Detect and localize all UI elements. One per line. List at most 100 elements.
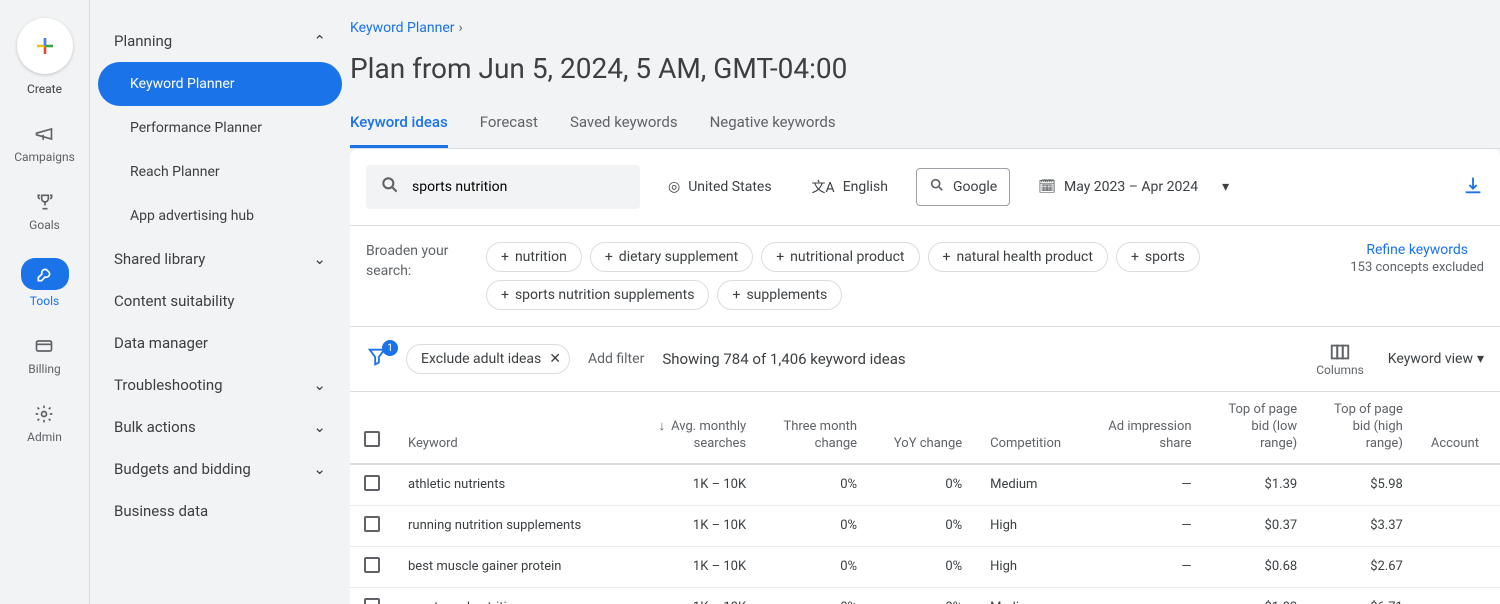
- cell-yoy: 0%: [871, 546, 976, 587]
- cell-account: [1417, 505, 1500, 546]
- rail-item-admin[interactable]: Admin: [27, 402, 62, 444]
- broaden-chip[interactable]: + sports nutrition supplements: [486, 280, 709, 310]
- sidebar-section-shared-library[interactable]: Shared library⌄: [98, 238, 342, 280]
- create-button[interactable]: [17, 18, 73, 74]
- col-keyword[interactable]: Keyword: [394, 392, 634, 464]
- sidebar-item-performance-planner[interactable]: Performance Planner: [98, 106, 342, 150]
- row-checkbox[interactable]: [364, 475, 380, 491]
- th-label: Avg. monthlysearches: [671, 419, 746, 451]
- filter-label: United States: [688, 179, 771, 195]
- plus-icon: +: [501, 287, 509, 303]
- page-title: Plan from Jun 5, 2024, 5 AM, GMT-04:00: [350, 42, 1500, 103]
- table-row[interactable]: running nutrition supplements1K – 10K0%0…: [350, 505, 1500, 546]
- tab-saved-keywords[interactable]: Saved keywords: [570, 103, 678, 148]
- sidebar-item-keyword-planner[interactable]: Keyword Planner: [98, 62, 342, 106]
- search-input[interactable]: [412, 179, 626, 195]
- date-range-filter[interactable]: 🗓May 2023 – Apr 2024▾: [1026, 171, 1241, 203]
- refine-link[interactable]: Refine keywords: [1350, 242, 1484, 258]
- rail-item-billing[interactable]: Billing: [28, 334, 61, 376]
- search-icon: [380, 175, 400, 199]
- col-competition[interactable]: Competition: [976, 392, 1084, 464]
- table-row[interactable]: best muscle gainer protein1K – 10K0%0%Hi…: [350, 546, 1500, 587]
- select-all-checkbox[interactable]: [364, 431, 380, 447]
- close-icon[interactable]: ✕: [549, 351, 561, 367]
- broaden-chip[interactable]: +nutrition: [486, 242, 582, 272]
- sidebar-section-label: Shared library: [114, 250, 205, 268]
- row-checkbox[interactable]: [364, 516, 380, 532]
- chip-label: sports nutrition supplements: [515, 287, 695, 303]
- calendar-icon: 🗓: [1038, 179, 1056, 195]
- sidebar-item-reach-planner[interactable]: Reach Planner: [98, 150, 342, 194]
- megaphone-icon: [32, 122, 56, 146]
- filter-label: English: [843, 179, 888, 195]
- filter-funnel[interactable]: 1: [366, 346, 388, 372]
- columns-button[interactable]: Columns: [1316, 341, 1364, 377]
- sidebar-section-troubleshooting[interactable]: Troubleshooting ⌄: [98, 364, 342, 406]
- applied-filter-pill[interactable]: Exclude adult ideas✕: [406, 344, 570, 374]
- chip-label: supplements: [746, 287, 827, 303]
- plus-icon: +: [1131, 249, 1139, 265]
- cell-account: [1417, 587, 1500, 604]
- broaden-chip[interactable]: + supplements: [717, 280, 842, 310]
- table-row[interactable]: sports and nutrition1K – 10K0%0%Medium—$…: [350, 587, 1500, 604]
- cell-yoy: 0%: [871, 464, 976, 506]
- table-row[interactable]: athletic nutrients1K – 10K0%0%Medium—$1.…: [350, 464, 1500, 506]
- col-bid-high[interactable]: Top of pagebid (highrange): [1311, 392, 1417, 464]
- view-selector[interactable]: Keyword view▾: [1388, 351, 1484, 367]
- refine-keywords[interactable]: Refine keywords 153 concepts excluded: [1350, 242, 1484, 275]
- language-filter[interactable]: 文AEnglish: [800, 169, 900, 205]
- cell-bid-high: $3.37: [1311, 505, 1417, 546]
- filter-count-badge: 1: [382, 340, 398, 356]
- col-ad-impression[interactable]: Ad impressionshare: [1084, 392, 1205, 464]
- col-bid-low[interactable]: Top of pagebid (lowrange): [1206, 392, 1312, 464]
- chip-label: nutrition: [515, 249, 567, 265]
- sidebar-section-data-manager[interactable]: Data manager: [98, 322, 342, 364]
- plus-icon: +: [732, 287, 740, 303]
- sidebar-section-planning[interactable]: Planning ⌃: [98, 20, 342, 62]
- sort-desc-icon: ↓: [659, 419, 666, 434]
- row-checkbox[interactable]: [364, 598, 380, 604]
- sidebar-section-content-suitability[interactable]: Content suitability: [98, 280, 342, 322]
- rail-item-goals[interactable]: Goals: [29, 190, 60, 232]
- sidebar-section-bulk-actions[interactable]: Bulk actions⌄: [98, 406, 342, 448]
- sidebar-section-label: Troubleshooting: [114, 376, 223, 394]
- rail-item-tools[interactable]: Tools: [21, 258, 69, 308]
- table-toolbar: 1 Exclude adult ideas✕ Add filter Showin…: [350, 327, 1500, 392]
- sidebar-section-budgets-bidding[interactable]: Budgets and bidding⌄: [98, 448, 342, 490]
- cell-keyword: sports and nutrition: [394, 587, 634, 604]
- breadcrumb: Keyword Planner›: [350, 0, 1500, 42]
- rail-item-campaigns[interactable]: Campaigns: [14, 122, 75, 164]
- tab-forecast[interactable]: Forecast: [480, 103, 538, 148]
- search-input-container[interactable]: [366, 165, 640, 209]
- tab-negative-keywords[interactable]: Negative keywords: [710, 103, 836, 148]
- chip-label: dietary supplement: [619, 249, 738, 265]
- broaden-chip[interactable]: +sports: [1116, 242, 1200, 272]
- cell-bid-low: $0.68: [1206, 546, 1312, 587]
- broaden-chip[interactable]: +dietary supplement: [590, 242, 753, 272]
- sidebar-section-business-data[interactable]: Business data: [98, 490, 342, 532]
- col-avg-searches[interactable]: ↓ Avg. monthlysearches: [634, 392, 760, 464]
- broaden-chip[interactable]: +nutritional product: [761, 242, 919, 272]
- chevron-down-icon: ⌄: [313, 376, 326, 394]
- columns-icon: [1329, 341, 1351, 363]
- breadcrumb-link[interactable]: Keyword Planner: [350, 20, 455, 36]
- col-account[interactable]: Account: [1417, 392, 1500, 464]
- tab-keyword-ideas[interactable]: Keyword ideas: [350, 103, 448, 148]
- col-yoy[interactable]: YoY change: [871, 392, 976, 464]
- view-label: Keyword view: [1388, 351, 1473, 367]
- broaden-chip[interactable]: +natural health product: [928, 242, 1108, 272]
- network-filter[interactable]: Google: [916, 168, 1010, 206]
- sidebar-item-app-hub[interactable]: App advertising hub: [98, 194, 342, 238]
- plus-icon: [33, 34, 57, 58]
- cell-bid-high: $6.71: [1311, 587, 1417, 604]
- rail-label: Admin: [27, 430, 62, 444]
- row-checkbox[interactable]: [364, 557, 380, 573]
- cell-bid-low: $1.39: [1206, 464, 1312, 506]
- add-filter-button[interactable]: Add filter: [588, 351, 644, 367]
- col-three-month[interactable]: Three monthchange: [760, 392, 871, 464]
- sidebar-section-label: Business data: [114, 502, 208, 520]
- download-button[interactable]: [1462, 174, 1484, 200]
- location-filter[interactable]: ◎United States: [656, 171, 784, 203]
- cell-searches: 1K – 10K: [634, 464, 760, 506]
- rail-label: Goals: [29, 218, 60, 232]
